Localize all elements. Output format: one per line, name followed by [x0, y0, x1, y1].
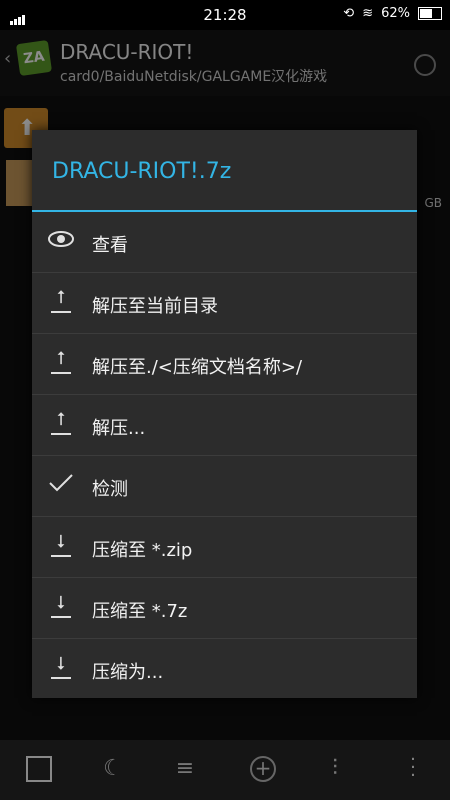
menu-item-compress-7z[interactable]: ⭣ 压缩至 *.7z [32, 578, 417, 639]
upload-icon: ⭡ [46, 348, 76, 378]
download-icon: ⭣ [46, 531, 76, 561]
menu-item-view[interactable]: 查看 [32, 212, 417, 273]
status-right: ⟲ ≋ 62% [343, 6, 442, 21]
menu-item-extract-here[interactable]: ⭡ 解压至当前目录 [32, 273, 417, 334]
dialog-title: DRACU-RIOT!.7z [32, 130, 417, 212]
upload-icon: ⭡ [46, 287, 76, 317]
wifi-icon: ≋ [362, 6, 374, 21]
menu-item-label: 压缩至 *.7z [92, 601, 188, 622]
battery-percent: 62% [381, 6, 410, 21]
upload-icon: ⭡ [46, 409, 76, 439]
menu-item-compress-as[interactable]: ⭣ 压缩为... [32, 639, 417, 699]
dialog-menu: 查看 ⭡ 解压至当前目录 ⭡ 解压至./<压缩文档名称>/ ⭡ 解压... 检测… [32, 212, 417, 699]
menu-item-extract[interactable]: ⭡ 解压... [32, 395, 417, 456]
download-icon: ⭣ [46, 592, 76, 622]
archive-options-dialog: DRACU-RIOT!.7z 查看 ⭡ 解压至当前目录 ⭡ 解压至./<压缩文档… [32, 130, 417, 698]
rotation-icon: ⟲ [343, 6, 355, 21]
check-icon [46, 472, 76, 500]
menu-item-label: 压缩至 *.zip [92, 540, 193, 561]
menu-item-label: 压缩为... [92, 662, 164, 683]
grid-icon[interactable] [26, 756, 52, 782]
filter-icon[interactable]: ⫶ [322, 756, 348, 782]
sort-icon[interactable]: ≡ [172, 756, 198, 782]
battery-icon [418, 7, 442, 20]
status-bar: 21:28 ⟲ ≋ 62% [0, 0, 450, 30]
menu-item-compress-zip[interactable]: ⭣ 压缩至 *.zip [32, 517, 417, 578]
menu-item-label: 解压至当前目录 [92, 296, 218, 317]
more-icon[interactable]: · · · [400, 751, 426, 785]
menu-item-test[interactable]: 检测 [32, 456, 417, 517]
menu-item-label: 检测 [92, 479, 128, 500]
menu-item-label: 查看 [92, 235, 128, 256]
menu-item-extract-to-folder[interactable]: ⭡ 解压至./<压缩文档名称>/ [32, 334, 417, 395]
download-icon: ⭣ [46, 653, 76, 683]
menu-item-label: 解压... [92, 418, 146, 439]
bottom-toolbar: ☾ ≡ + ⫶ · · · [0, 740, 450, 800]
menu-item-label: 解压至./<压缩文档名称>/ [92, 357, 303, 378]
eye-icon [46, 228, 76, 256]
night-mode-icon[interactable]: ☾ [100, 756, 126, 782]
add-icon[interactable]: + [250, 756, 276, 782]
